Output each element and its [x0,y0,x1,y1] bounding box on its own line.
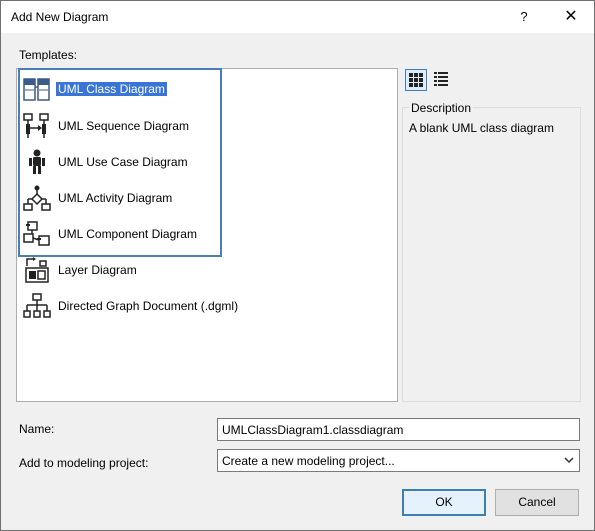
activity-diagram-icon [23,185,51,211]
templates-label: Templates: [19,48,78,62]
template-item-label: UML Sequence Diagram [58,119,189,133]
add-new-diagram-dialog: Add New Diagram ? ✕ Templates: UML Class… [0,0,595,531]
template-item-label: Directed Graph Document (.dgml) [58,299,239,313]
use-case-diagram-icon [23,149,51,175]
template-item-uml-use-case-diagram[interactable]: UML Use Case Diagram [21,146,221,176]
template-item-label: UML Component Diagram [58,227,197,241]
template-item-uml-sequence-diagram[interactable]: UML Sequence Diagram [21,110,221,140]
chevron-down-icon[interactable] [563,453,575,467]
help-button[interactable]: ? [509,5,539,29]
template-item-uml-component-diagram[interactable]: UML Component Diagram [21,218,221,248]
template-item-layer-diagram[interactable]: Layer Diagram [21,254,221,284]
template-item-uml-activity-diagram[interactable]: UML Activity Diagram [21,182,221,212]
description-panel [402,107,581,402]
close-button[interactable]: ✕ [556,5,586,29]
ok-button[interactable]: OK [402,489,486,516]
cancel-button[interactable]: Cancel [495,489,579,516]
template-item-uml-class-diagram[interactable]: UML Class Diagram [21,74,221,104]
description-title: Description [409,101,474,115]
name-field-value: UMLClassDiagram1.classdiagram [222,423,404,437]
modeling-project-value: Create a new modeling project... [222,454,395,468]
template-item-label: UML Use Case Diagram [58,155,188,169]
grid-view-icon[interactable] [405,69,427,91]
component-diagram-icon [23,221,51,247]
template-item-directed-graph-document[interactable]: Directed Graph Document (.dgml) [21,290,281,320]
dialog-title: Add New Diagram [11,10,109,24]
templates-list[interactable]: UML Class Diagram UML Sequence Diagram U… [16,68,398,402]
template-item-label: UML Activity Diagram [58,191,173,205]
layer-diagram-icon [23,257,51,283]
modeling-project-select[interactable]: Create a new modeling project... [217,449,580,472]
modeling-project-label: Add to modeling project: [19,456,149,470]
template-item-label: UML Class Diagram [56,82,167,96]
name-field[interactable]: UMLClassDiagram1.classdiagram [217,418,580,441]
template-item-label: Layer Diagram [58,263,137,277]
title-bar: Add New Diagram ? ✕ [1,1,594,33]
list-view-icon[interactable] [431,69,451,89]
name-label: Name: [19,422,55,436]
directed-graph-icon [23,293,51,319]
class-diagram-icon [23,77,51,103]
description-text: A blank UML class diagram [409,121,554,135]
sequence-diagram-icon [23,113,51,139]
